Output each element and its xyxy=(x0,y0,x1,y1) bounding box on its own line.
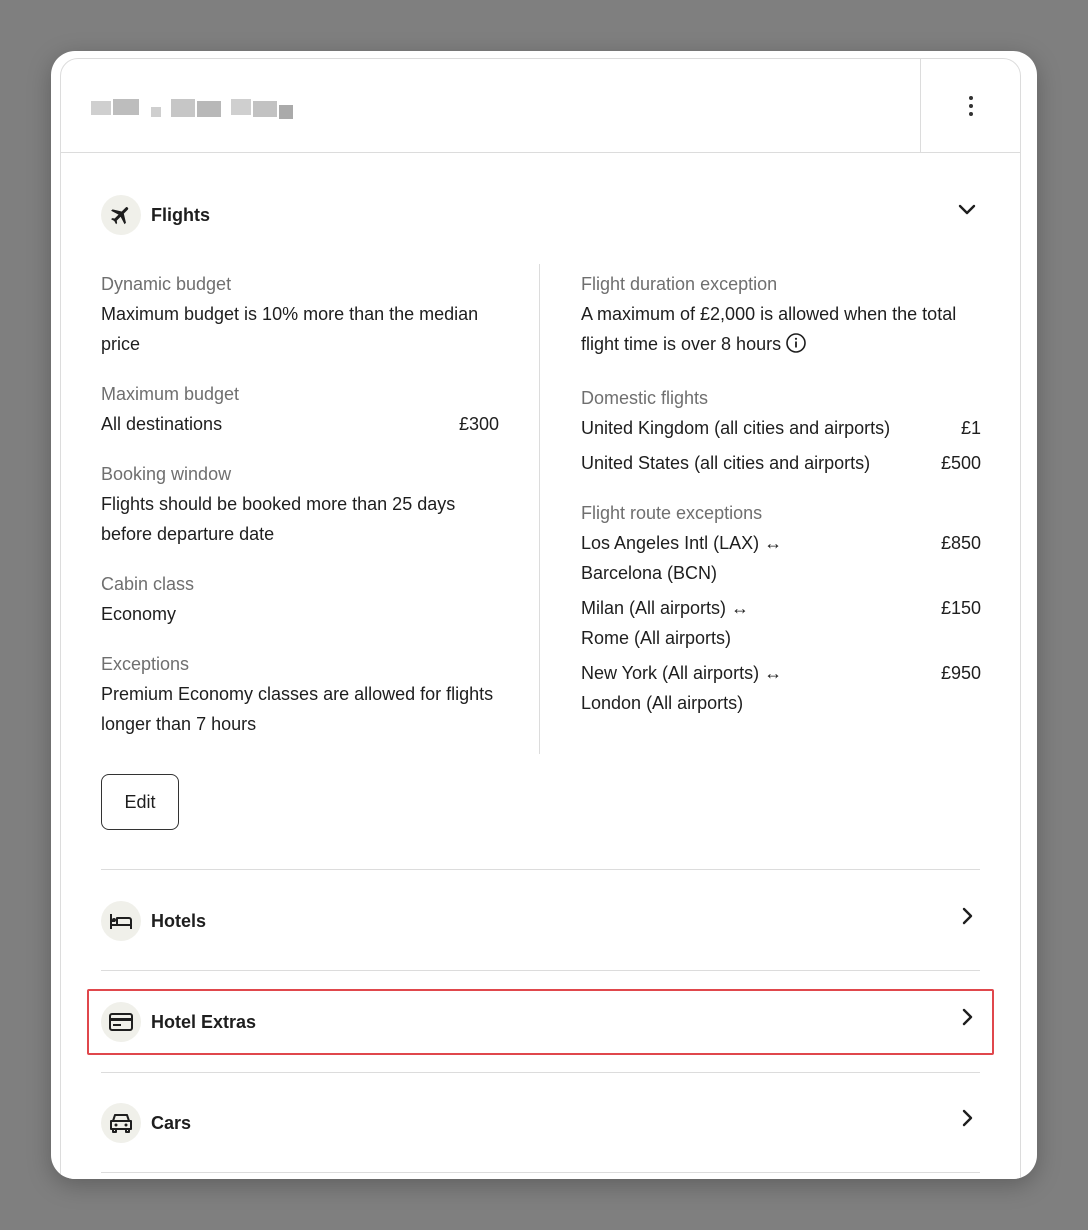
column-divider xyxy=(539,264,540,754)
domestic-item-name: United States (all cities and airports) xyxy=(581,453,871,473)
policy-window: Flights Dynamic budget Maximum budget is… xyxy=(51,51,1037,1179)
duration-exception-value: A maximum of £2,000 is allowed when the … xyxy=(581,304,957,354)
route-to: Rome (All airports) xyxy=(581,628,732,648)
maximum-budget-destination: All destinations xyxy=(101,414,223,434)
domestic-item-amount: £1 xyxy=(960,418,981,438)
route-amount: £950 xyxy=(940,663,981,683)
cars-section-header[interactable]: Cars xyxy=(101,1103,191,1143)
route-to: London (All airports) xyxy=(581,693,744,713)
list-item: Los Angeles Intl (LAX) ↔ Barcelona (BCN)… xyxy=(581,528,981,588)
booking-window-label: Booking window xyxy=(101,464,232,484)
hotels-section-header[interactable]: Hotels xyxy=(101,901,206,941)
route-from: New York (All airports) xyxy=(581,663,760,683)
route-from: Milan (All airports) xyxy=(581,598,727,618)
cabin-class-value: Economy xyxy=(101,604,177,624)
redacted-title xyxy=(91,97,301,119)
flights-section-header[interactable]: Flights xyxy=(101,195,210,235)
domestic-item-name: United Kingdom (all cities and airports) xyxy=(581,418,891,438)
maximum-budget-amount: £300 xyxy=(458,414,499,434)
route-amount: £150 xyxy=(940,598,981,618)
maximum-budget-label: Maximum budget xyxy=(101,384,240,404)
route-arrow-icon: ↔ xyxy=(764,533,783,553)
list-item: United Kingdom (all cities and airports)… xyxy=(581,413,981,443)
card-header xyxy=(61,59,1020,153)
more-vertical-icon xyxy=(968,96,973,116)
divider xyxy=(101,1072,980,1073)
airplane-icon xyxy=(101,195,141,235)
route-to: Barcelona (BCN) xyxy=(581,563,718,583)
info-icon[interactable] xyxy=(785,332,807,363)
dynamic-budget-value: Maximum budget is 10% more than the medi… xyxy=(101,304,479,354)
policy-card: Flights Dynamic budget Maximum budget is… xyxy=(60,58,1021,1179)
chevron-down-icon[interactable] xyxy=(956,199,978,221)
more-menu-button[interactable] xyxy=(920,59,1020,153)
duration-exception-label: Flight duration exception xyxy=(581,274,778,294)
exceptions-value: Premium Economy classes are allowed for … xyxy=(101,684,494,734)
exceptions-label: Exceptions xyxy=(101,654,190,674)
domestic-item-amount: £500 xyxy=(940,453,981,473)
route-from: Los Angeles Intl (LAX) xyxy=(581,533,760,553)
chevron-right-icon[interactable] xyxy=(956,1107,978,1129)
chevron-right-icon[interactable] xyxy=(956,905,978,927)
list-item: United States (all cities and airports) … xyxy=(581,448,981,478)
edit-button[interactable]: Edit xyxy=(101,774,179,830)
dynamic-budget-label: Dynamic budget xyxy=(101,274,232,294)
divider xyxy=(101,970,980,971)
cabin-class-label: Cabin class xyxy=(101,574,195,594)
route-exceptions-label: Flight route exceptions xyxy=(581,503,763,523)
route-arrow-icon: ↔ xyxy=(731,598,750,618)
bed-icon xyxy=(101,901,141,941)
divider xyxy=(101,869,980,870)
flights-title: Flights xyxy=(151,204,210,225)
route-amount: £850 xyxy=(940,533,981,553)
domestic-flights-label: Domestic flights xyxy=(581,388,709,408)
flight-policy-right-column: Flight duration exception A maximum of £… xyxy=(581,269,981,738)
car-icon xyxy=(101,1103,141,1143)
highlight-box xyxy=(87,989,994,1055)
hotels-title: Hotels xyxy=(151,910,207,931)
route-arrow-icon: ↔ xyxy=(764,663,783,683)
list-item: New York (All airports) ↔ London (All ai… xyxy=(581,658,981,718)
cars-title: Cars xyxy=(151,1112,192,1133)
list-item: Milan (All airports) ↔ Rome (All airport… xyxy=(581,593,981,653)
divider xyxy=(101,1172,980,1173)
flight-policy-left-column: Dynamic budget Maximum budget is 10% mor… xyxy=(101,269,499,759)
booking-window-value: Flights should be booked more than 25 da… xyxy=(101,494,456,544)
